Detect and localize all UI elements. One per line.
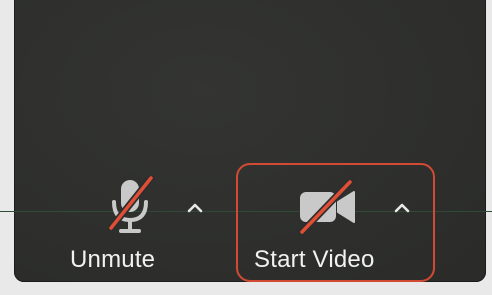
microphone-muted-icon: [105, 176, 155, 236]
unmute-label: Unmute: [70, 246, 156, 273]
unmute-button[interactable]: Unmute: [62, 170, 182, 280]
start-video-highlight-outline: [236, 163, 435, 282]
audio-options-caret-up-icon[interactable]: [185, 201, 205, 215]
